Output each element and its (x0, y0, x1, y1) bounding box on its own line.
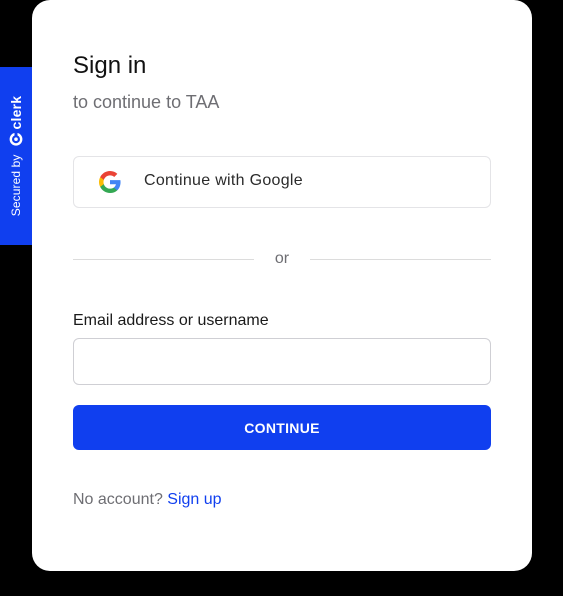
secured-by-label: Secured by (9, 154, 23, 217)
badge-content: Secured by clerk (8, 96, 24, 216)
google-icon (99, 171, 121, 193)
continue-button[interactable]: CONTINUE (73, 405, 491, 450)
secured-by-clerk-badge[interactable]: Secured by clerk (0, 67, 32, 245)
clerk-logo: clerk (8, 96, 24, 147)
clerk-icon (9, 132, 23, 146)
page-title: Sign in (73, 52, 147, 79)
no-account-text: No account? (73, 491, 163, 508)
email-field-label: Email address or username (73, 312, 269, 329)
sign-in-card: Sign in to continue to TAA Continue with… (32, 0, 532, 571)
continue-with-google-button[interactable]: Continue with Google (73, 156, 491, 208)
google-button-label: Continue with Google (144, 172, 303, 189)
divider-text: or (274, 250, 290, 267)
clerk-wordmark: clerk (8, 95, 24, 130)
divider-left (73, 259, 254, 260)
page-subtitle: to continue to TAA (73, 92, 220, 112)
email-field[interactable] (73, 338, 491, 385)
page: Secured by clerk Sign in to continue to … (0, 0, 563, 596)
sign-up-prompt: No account? Sign up (73, 491, 222, 509)
sign-up-link[interactable]: Sign up (167, 491, 221, 508)
divider-right (310, 259, 491, 260)
